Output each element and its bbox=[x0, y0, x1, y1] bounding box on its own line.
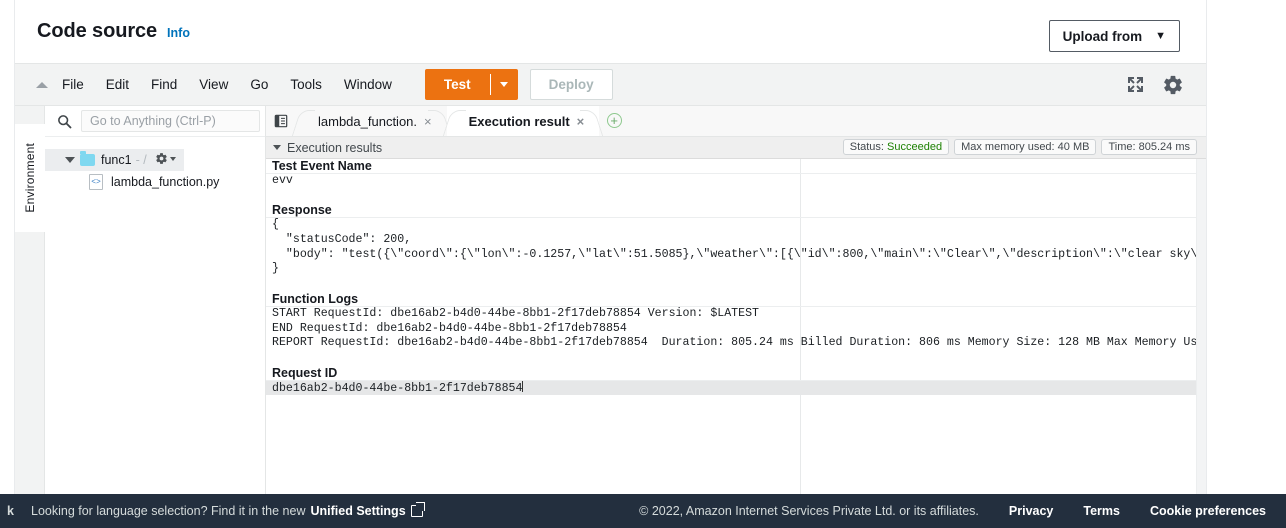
output-line: START RequestId: dbe16ab2-b4d0-44be-8bb1… bbox=[272, 306, 760, 320]
page-gutter-right bbox=[1207, 0, 1286, 494]
tab-label: lambda_function. bbox=[318, 113, 418, 129]
gear-icon[interactable] bbox=[1162, 74, 1184, 96]
menu-tools[interactable]: Tools bbox=[279, 63, 333, 106]
file-explorer: func1 - / <> lambda_function.py bbox=[45, 106, 266, 494]
search-input[interactable] bbox=[81, 110, 260, 132]
chevron-down-icon[interactable] bbox=[273, 145, 281, 150]
close-icon[interactable]: × bbox=[577, 115, 585, 128]
folder-name: func1 bbox=[101, 153, 132, 167]
output-section-heading: Request ID bbox=[266, 366, 1206, 381]
execution-badges: Status: Succeeded Max memory used: 40 MB… bbox=[842, 139, 1197, 155]
menu-edit[interactable]: Edit bbox=[95, 63, 140, 106]
test-dropdown-toggle[interactable] bbox=[489, 69, 518, 100]
execution-results-header: Execution results Status: Succeeded Max … bbox=[266, 137, 1206, 159]
sidebar-item-environment[interactable]: Environment bbox=[15, 124, 45, 232]
output-line: { bbox=[272, 218, 279, 232]
code-file-icon: <> bbox=[89, 174, 103, 190]
menu-find[interactable]: Find bbox=[140, 63, 188, 106]
text-caret bbox=[522, 380, 524, 392]
results-pane: lambda_function. × Execution results × +… bbox=[266, 106, 1206, 494]
editor-menubar: File Edit Find View Go Tools Window Test… bbox=[15, 63, 1206, 106]
card-header: Code source Info Upload from ▼ bbox=[15, 0, 1206, 63]
footer-links: © 2022, Amazon Internet Services Private… bbox=[639, 504, 1286, 518]
page-footer: k Looking for language selection? Find i… bbox=[0, 494, 1286, 528]
memory-badge-value: 40 MB bbox=[1057, 141, 1090, 153]
page-title: Code source bbox=[37, 20, 158, 42]
test-button-group: Test bbox=[424, 69, 518, 100]
memory-badge: Max memory used: 40 MB bbox=[954, 139, 1097, 155]
output-section-heading: Response bbox=[266, 203, 1206, 219]
left-rail: Environment bbox=[15, 106, 45, 494]
menu-go[interactable]: Go bbox=[239, 63, 279, 106]
tree-folder-func1[interactable]: func1 - / bbox=[45, 149, 184, 171]
folder-icon bbox=[80, 151, 95, 166]
tab-execution-results[interactable]: Execution results × bbox=[446, 106, 600, 136]
folder-gear-icon[interactable] bbox=[155, 152, 176, 165]
tab-lambda-function[interactable]: lambda_function. × bbox=[296, 106, 447, 136]
code-source-card: Code source Info Upload from ▼ File Edit… bbox=[14, 0, 1207, 494]
output-line: } bbox=[272, 262, 279, 276]
page-gutter-left bbox=[0, 0, 14, 494]
file-tree: func1 - / <> lambda_function.py bbox=[45, 137, 265, 193]
info-link[interactable]: Info bbox=[167, 26, 190, 40]
privacy-link[interactable]: Privacy bbox=[1009, 504, 1053, 518]
output-line: "statusCode": 200, bbox=[272, 233, 412, 247]
output-section-heading: Test Event Name bbox=[266, 159, 1206, 174]
collapse-caret-up-icon[interactable] bbox=[33, 76, 51, 94]
panel-toggle-icon[interactable] bbox=[266, 105, 296, 136]
lambda-code-source-page: Code source Info Upload from ▼ File Edit… bbox=[0, 0, 1286, 528]
unified-settings-link[interactable]: Unified Settings bbox=[311, 504, 406, 518]
add-tab-icon[interactable]: + bbox=[599, 105, 629, 136]
status-badge-prefix: Status: bbox=[849, 141, 888, 153]
menu-view[interactable]: View bbox=[188, 63, 239, 106]
title-group: Code source Info bbox=[37, 20, 190, 43]
footer-left-stub: k bbox=[7, 504, 14, 518]
output-line: evv bbox=[272, 174, 293, 187]
status-badge: Status: Succeeded bbox=[842, 139, 950, 155]
output-line: dbe16ab2-b4d0-44be-8bb1-2f17deb78854 bbox=[266, 380, 1206, 396]
memory-badge-prefix: Max memory used: bbox=[961, 141, 1058, 153]
environment-label: Environment bbox=[22, 143, 37, 213]
output-line: END RequestId: dbe16ab2-b4d0-44be-8bb1-2… bbox=[272, 321, 627, 335]
file-name: lambda_function.py bbox=[111, 175, 220, 189]
execution-output: Test Event Name evv Response{ "statusCode"… bbox=[266, 159, 1206, 494]
output-lines: Test Event Name evv Response{ "statusCode"… bbox=[266, 159, 1206, 494]
footer-language-notice: Looking for language selection? Find it … bbox=[31, 502, 425, 518]
external-link-icon bbox=[410, 502, 425, 517]
close-icon[interactable]: × bbox=[424, 115, 432, 128]
output-section-heading: Function Logs bbox=[266, 292, 1206, 307]
execution-results-title: Execution results bbox=[287, 140, 383, 155]
upload-from-button[interactable]: Upload from ▼ bbox=[1048, 20, 1180, 52]
output-line: "body": "test({\"coord\":{\"lon\":-0.125… bbox=[272, 247, 1206, 261]
cookie-preferences-link[interactable]: Cookie preferences bbox=[1150, 504, 1266, 518]
search-icon bbox=[49, 114, 72, 129]
expand-icon[interactable] bbox=[1127, 76, 1144, 93]
tab-label: Execution results bbox=[468, 113, 570, 129]
explorer-search-row bbox=[45, 106, 265, 137]
status-badge-value: Succeeded bbox=[887, 141, 943, 153]
menubar-actions bbox=[1127, 74, 1206, 96]
menu-window[interactable]: Window bbox=[333, 63, 403, 106]
tree-file-lambda-function[interactable]: <> lambda_function.py bbox=[45, 171, 265, 193]
time-badge-prefix: Time: bbox=[1108, 141, 1139, 153]
menu-file[interactable]: File bbox=[51, 63, 95, 106]
output-line: REPORT RequestId: dbe16ab2-b4d0-44be-8bb… bbox=[272, 336, 1206, 350]
test-button[interactable]: Test bbox=[424, 69, 490, 100]
footer-language-text: Looking for language selection? Find it … bbox=[31, 504, 306, 518]
vertical-scrollbar[interactable] bbox=[1196, 159, 1206, 494]
editor-body: Environment Go to Anything (Ctrl-P) func… bbox=[15, 106, 1206, 494]
terms-link[interactable]: Terms bbox=[1083, 504, 1120, 518]
deploy-button[interactable]: Deploy bbox=[529, 69, 613, 100]
upload-from-label: Upload from bbox=[1062, 28, 1143, 44]
chevron-down-icon bbox=[65, 157, 75, 163]
time-badge: Time: 805.24 ms bbox=[1101, 139, 1197, 155]
editor-tabbar: lambda_function. × Execution results × + bbox=[266, 106, 1206, 137]
time-badge-value: 805.24 ms bbox=[1138, 141, 1190, 153]
copyright-text: © 2022, Amazon Internet Services Private… bbox=[639, 504, 979, 518]
folder-path: - / bbox=[135, 153, 147, 167]
chevron-down-icon: ▼ bbox=[1155, 29, 1166, 42]
